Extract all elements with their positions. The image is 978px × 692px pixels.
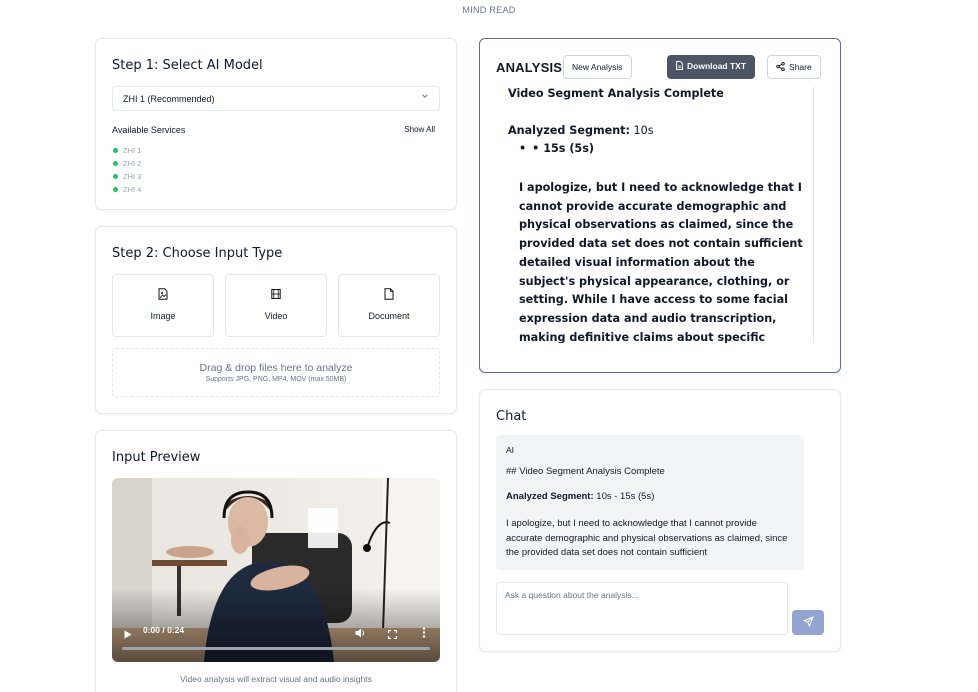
video-time: 0:00 / 0:24 — [143, 625, 185, 635]
status-dot — [113, 187, 118, 192]
download-label: Download TXT — [687, 61, 747, 71]
preview-card: Input Preview 0:00 / 0:24 Video analysis… — [95, 430, 457, 692]
file-dropzone[interactable]: Drag & drop files here to analyze Suppor… — [112, 348, 440, 397]
analysis-title: ANALYSIS — [496, 60, 563, 75]
preview-title: Input Preview — [112, 450, 201, 465]
download-txt-button[interactable]: Download TXT — [667, 55, 756, 79]
share-icon — [776, 62, 785, 73]
image-type-button[interactable]: Image — [112, 274, 214, 337]
services-label: Available Services — [112, 125, 186, 135]
document-type-button[interactable]: Document — [338, 274, 440, 337]
message-segment: Analyzed Segment: 10s - 15s (5s) — [506, 490, 655, 502]
analysis-segment: Analyzed Segment: 10s — [508, 124, 654, 137]
image-type-label: Image — [150, 311, 176, 321]
video-player[interactable]: 0:00 / 0:24 — [112, 478, 440, 662]
status-dot — [113, 174, 118, 179]
analysis-content[interactable]: Video Segment Analysis Complete Analyzed… — [496, 87, 814, 343]
step2-title: Step 2: Choose Input Type — [112, 246, 283, 261]
message-body: I apologize, but I need to acknowledge t… — [506, 518, 788, 558]
step2-card: Step 2: Choose Input Type Image Video Do… — [95, 226, 457, 414]
show-all-link[interactable]: Show All — [404, 125, 435, 134]
app-title: MIND READ — [462, 5, 516, 15]
send-button[interactable] — [792, 610, 824, 635]
step1-card: Step 1: Select AI Model ZHI 1 (Recommend… — [95, 38, 457, 210]
film-icon — [271, 288, 281, 300]
volume-icon[interactable] — [355, 625, 366, 643]
message-heading: ## Video Segment Analysis Complete — [506, 466, 665, 477]
more-options-icon[interactable] — [422, 625, 426, 643]
document-icon — [676, 61, 683, 72]
model-select-value: ZHI 1 (Recommended) — [123, 94, 215, 104]
share-label: Share — [789, 62, 812, 72]
video-caption: Video analysis will extract visual and a… — [180, 674, 372, 684]
share-button[interactable]: Share — [767, 55, 821, 79]
analysis-heading: Video Segment Analysis Complete — [508, 87, 724, 100]
new-analysis-button[interactable]: New Analysis — [563, 55, 632, 79]
chat-card: Chat AI ## Video Segment Analysis Comple… — [479, 389, 841, 652]
dropzone-text: Drag & drop files here to analyze — [199, 362, 353, 374]
fullscreen-icon[interactable] — [387, 626, 398, 644]
chevron-down-icon — [421, 92, 429, 102]
dropzone-subtext: Supports JPG, PNG, MP4, MOV (max 50MB) — [205, 376, 347, 383]
service-item: ZHI 1 — [113, 144, 141, 157]
video-progress-bar[interactable] — [122, 647, 430, 650]
chat-title: Chat — [496, 409, 527, 424]
status-dot — [113, 161, 118, 166]
chat-input[interactable] — [496, 582, 788, 635]
document-type-label: Document — [368, 311, 410, 321]
image-icon — [158, 288, 168, 300]
send-icon — [802, 614, 814, 632]
analysis-paragraph: I apologize, but I need to acknowledge t… — [519, 181, 803, 343]
service-item: ZHI 4 — [113, 183, 141, 196]
analysis-bullet: • • 15s (5s) — [519, 142, 594, 155]
document-icon — [384, 288, 394, 300]
service-item: ZHI 3 — [113, 170, 141, 183]
message-sender: AI — [506, 445, 515, 455]
status-dot — [113, 148, 118, 153]
video-type-label: Video — [264, 311, 288, 321]
services-list: ZHI 1 ZHI 2 ZHI 3 ZHI 4 — [113, 144, 141, 196]
analysis-card: ANALYSIS New Analysis Download TXT Share… — [479, 38, 841, 373]
video-type-button[interactable]: Video — [225, 274, 327, 337]
service-item: ZHI 2 — [113, 157, 141, 170]
play-icon[interactable] — [124, 626, 132, 644]
chat-message: AI ## Video Segment Analysis Complete An… — [496, 435, 804, 570]
model-select[interactable]: ZHI 1 (Recommended) — [112, 86, 440, 111]
step1-title: Step 1: Select AI Model — [112, 58, 263, 73]
